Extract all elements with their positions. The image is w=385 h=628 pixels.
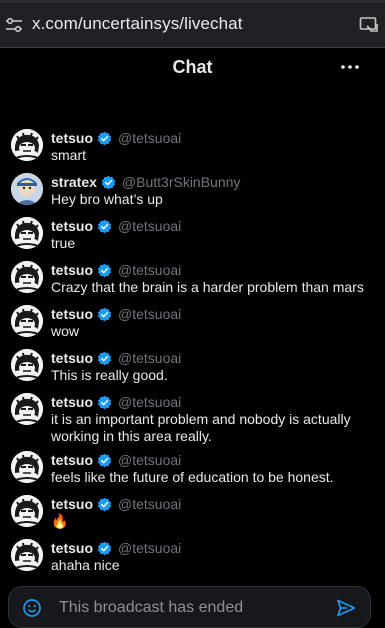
avatar-image xyxy=(11,129,43,161)
emoji-icon[interactable] xyxy=(22,598,42,618)
avatar[interactable] xyxy=(11,451,43,483)
avatar[interactable] xyxy=(11,173,43,205)
message-author: tetsuo @tetsuoai xyxy=(51,538,181,558)
message-text: Hey bro what’s up xyxy=(51,191,163,207)
message-author: tetsuo @tetsuoai xyxy=(51,450,181,470)
avatar-image xyxy=(11,305,43,337)
display-name[interactable]: tetsuo xyxy=(51,350,93,366)
message-text: smart xyxy=(51,147,86,163)
verified-badge-icon xyxy=(97,395,112,409)
display-name[interactable]: tetsuo xyxy=(51,540,93,556)
message-author: tetsuo @tetsuoai xyxy=(51,304,181,324)
user-handle[interactable]: @tetsuoai xyxy=(118,350,181,366)
user-handle[interactable]: @Butt3rSkinBunny xyxy=(122,174,241,190)
message-author: tetsuo @tetsuoai xyxy=(51,128,181,148)
message-text: ahaha nice xyxy=(51,557,120,573)
verified-badge-icon xyxy=(97,541,112,555)
avatar-image xyxy=(11,393,43,425)
user-handle[interactable]: @tetsuoai xyxy=(118,496,181,512)
display-name[interactable]: tetsuo xyxy=(51,452,93,468)
chat-header: Chat xyxy=(0,48,385,88)
page-title: Chat xyxy=(172,57,213,77)
avatar-image xyxy=(11,495,43,527)
browser-tab-strip-edge xyxy=(0,0,385,3)
display-name[interactable]: tetsuo xyxy=(51,262,93,278)
verified-badge-icon xyxy=(97,263,112,277)
chat-input[interactable] xyxy=(59,598,319,618)
user-handle[interactable]: @tetsuoai xyxy=(118,452,181,468)
message-text: it is an important problem and nobody is… xyxy=(51,411,351,444)
display-name[interactable]: tetsuo xyxy=(51,496,93,512)
display-name[interactable]: tetsuo xyxy=(51,394,93,410)
message-text: wow xyxy=(51,323,80,339)
avatar-image xyxy=(11,349,43,381)
verified-badge-icon xyxy=(97,453,112,467)
message-author: tetsuo @tetsuoai xyxy=(51,260,181,280)
browser-address-bar: x.com/uncertainsys/livechat xyxy=(0,0,385,48)
message-author: tetsuo @tetsuoai xyxy=(51,348,181,368)
message-author: stratex @Butt3rSkinBunny xyxy=(51,172,240,192)
avatar[interactable] xyxy=(11,349,43,381)
user-handle[interactable]: @tetsuoai xyxy=(118,394,181,410)
user-handle[interactable]: @tetsuoai xyxy=(118,306,181,322)
url-text[interactable]: x.com/uncertainsys/livechat xyxy=(32,14,243,34)
verified-badge-icon xyxy=(97,307,112,321)
avatar-image xyxy=(11,451,43,483)
avatar[interactable] xyxy=(11,539,43,571)
verified-badge-icon xyxy=(97,219,112,233)
avatar-image xyxy=(11,217,43,249)
tune-icon[interactable] xyxy=(4,17,24,33)
user-handle[interactable]: @tetsuoai xyxy=(118,218,181,234)
message-text: This is really good. xyxy=(51,367,168,383)
verified-badge-icon xyxy=(97,131,112,145)
message-text: Crazy that the brain is a harder problem… xyxy=(51,279,364,295)
more-horizontal-icon[interactable] xyxy=(340,63,360,71)
display-name[interactable]: stratex xyxy=(51,174,97,190)
message-text: feels like the future of education to be… xyxy=(51,469,334,485)
verified-badge-icon xyxy=(97,351,112,365)
avatar[interactable] xyxy=(11,495,43,527)
avatar[interactable] xyxy=(11,129,43,161)
verified-badge-icon xyxy=(97,497,112,511)
user-handle[interactable]: @tetsuoai xyxy=(118,540,181,556)
avatar[interactable] xyxy=(11,261,43,293)
avatar[interactable] xyxy=(11,305,43,337)
message-text: true xyxy=(51,235,76,251)
cast-icon[interactable] xyxy=(359,16,379,34)
user-handle[interactable]: @tetsuoai xyxy=(118,130,181,146)
message-author: tetsuo @tetsuoai xyxy=(51,392,181,412)
avatar-image xyxy=(11,539,43,571)
avatar-image xyxy=(11,173,43,205)
chat-composer xyxy=(8,586,371,628)
avatar-image xyxy=(11,261,43,293)
display-name[interactable]: tetsuo xyxy=(51,306,93,322)
avatar[interactable] xyxy=(11,393,43,425)
display-name[interactable]: tetsuo xyxy=(51,218,93,234)
avatar[interactable] xyxy=(11,217,43,249)
send-icon[interactable] xyxy=(336,599,356,617)
message-text: 🔥 xyxy=(51,513,69,529)
message-author: tetsuo @tetsuoai xyxy=(51,216,181,236)
verified-badge-icon xyxy=(101,175,116,189)
user-handle[interactable]: @tetsuoai xyxy=(118,262,181,278)
display-name[interactable]: tetsuo xyxy=(51,130,93,146)
message-author: tetsuo @tetsuoai xyxy=(51,494,181,514)
